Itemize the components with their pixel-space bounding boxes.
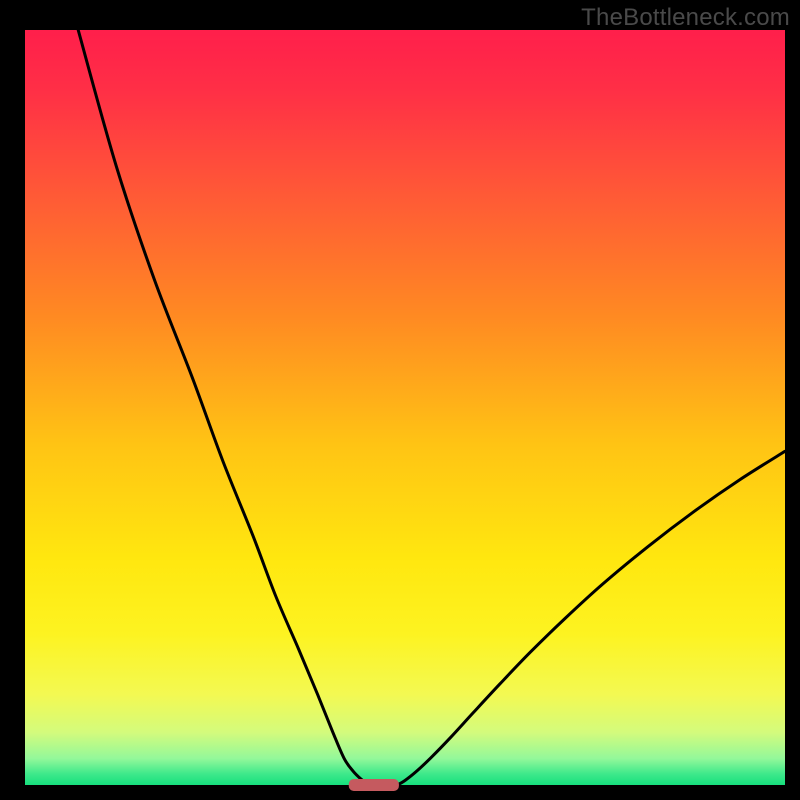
gradient-background — [25, 30, 785, 785]
watermark-text: TheBottleneck.com — [581, 4, 790, 32]
bottleneck-chart — [0, 0, 800, 800]
figure-container: { "watermark": "TheBottleneck.com", "cha… — [0, 0, 800, 800]
optimum-marker — [349, 779, 399, 791]
